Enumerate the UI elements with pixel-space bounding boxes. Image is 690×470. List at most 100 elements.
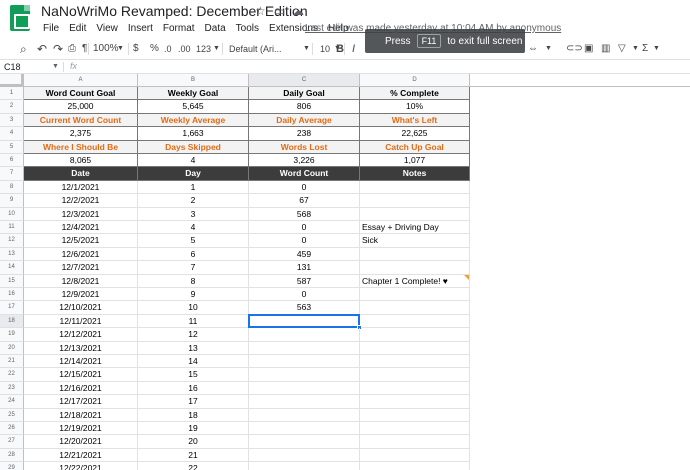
day-cell[interactable]: 7 [138,261,249,275]
filter-icon[interactable]: ▽ [618,41,626,57]
status-value-cell[interactable]: 3,226 [249,154,360,168]
goal-value-cell[interactable]: 10% [360,100,470,114]
chevron-down-icon[interactable]: ▼ [653,41,660,57]
date-cell[interactable]: 12/22/2021 [24,462,138,470]
row-header-12[interactable]: 12 [0,234,24,248]
row-header-11[interactable]: 11 [0,221,24,235]
day-cell[interactable]: 12 [138,328,249,342]
date-cell[interactable]: 12/17/2021 [24,395,138,409]
row-header-3[interactable]: 3 [0,113,24,128]
date-cell[interactable]: 12/19/2021 [24,422,138,436]
day-cell[interactable]: 22 [138,462,249,470]
search-menus-icon[interactable]: ⌕ [20,41,27,57]
day-cell[interactable]: 8 [138,274,249,288]
column-header-d[interactable]: D [360,74,470,87]
notes-cell[interactable]: Sick [360,234,470,248]
notes-cell[interactable] [360,247,470,262]
row-header-18[interactable]: 18 [0,314,24,329]
percent-format-button[interactable]: % [150,41,159,57]
word-count-cell[interactable] [249,355,360,369]
row-header-26[interactable]: 26 [0,422,24,436]
notes-cell[interactable] [360,341,470,355]
notes-cell[interactable] [360,435,470,449]
notes-cell[interactable] [360,408,470,422]
date-cell[interactable]: 12/10/2021 [24,301,138,315]
log-header-cell[interactable]: Date [24,167,138,181]
status-value-cell[interactable]: 1,077 [360,154,470,168]
row-header-9[interactable]: 9 [0,194,24,208]
notes-cell[interactable] [360,180,470,195]
word-count-cell[interactable] [249,395,360,409]
average-value-cell[interactable]: 1,663 [138,127,249,141]
print-icon[interactable]: ⎙ [68,41,76,57]
notes-cell[interactable] [360,462,470,470]
day-cell[interactable]: 14 [138,355,249,369]
currency-format-button[interactable]: $ [133,41,139,57]
date-cell[interactable]: 12/1/2021 [24,180,138,195]
row-header-13[interactable]: 13 [0,247,24,262]
day-cell[interactable]: 11 [138,314,249,329]
row-header-19[interactable]: 19 [0,328,24,342]
insert-chart-icon[interactable]: ▥ [601,41,610,57]
row-header-22[interactable]: 22 [0,368,24,382]
document-title[interactable]: NaNoWriMo Revamped: December Edition [41,3,308,19]
row-header-24[interactable]: 24 [0,395,24,409]
goal-label-cell[interactable]: % Complete [360,87,470,101]
column-header-a[interactable]: A [24,74,138,87]
date-cell[interactable]: 12/18/2021 [24,408,138,422]
word-count-cell[interactable]: 67 [249,194,360,208]
date-cell[interactable]: 12/21/2021 [24,448,138,463]
day-cell[interactable]: 16 [138,381,249,396]
font-family-select[interactable]: Default (Ari... [229,41,282,57]
date-cell[interactable]: 12/11/2021 [24,314,138,329]
date-cell[interactable]: 12/15/2021 [24,368,138,382]
menu-data[interactable]: Data [200,22,231,38]
word-count-cell[interactable] [249,408,360,422]
comment-indicator-icon[interactable] [464,274,469,280]
chevron-down-icon[interactable]: ▼ [632,41,639,57]
day-cell[interactable]: 20 [138,435,249,449]
goal-value-cell[interactable]: 806 [249,100,360,114]
day-cell[interactable]: 6 [138,247,249,262]
menu-format[interactable]: Format [158,22,200,38]
word-count-cell[interactable] [249,341,360,355]
row-header-23[interactable]: 23 [0,381,24,396]
date-cell[interactable]: 12/20/2021 [24,435,138,449]
row-header-5[interactable]: 5 [0,140,24,154]
day-cell[interactable]: 5 [138,234,249,248]
word-count-cell[interactable]: 0 [249,234,360,248]
goal-value-cell[interactable]: 5,645 [138,100,249,114]
word-count-cell[interactable]: 0 [249,180,360,195]
star-icon[interactable]: ☆ [255,4,266,18]
bold-button[interactable]: B [336,41,344,57]
word-count-cell[interactable] [249,368,360,382]
average-value-cell[interactable]: 22,625 [360,127,470,141]
row-header-6[interactable]: 6 [0,154,24,168]
notes-cell[interactable] [360,314,470,329]
date-cell[interactable]: 12/5/2021 [24,234,138,248]
notes-cell[interactable] [360,422,470,436]
notes-cell[interactable]: Chapter 1 Complete! ♥ [360,274,470,288]
row-header-1[interactable]: 1 [0,87,24,101]
menu-edit[interactable]: Edit [64,22,91,38]
row-header-25[interactable]: 25 [0,408,24,422]
word-count-cell[interactable]: 587 [249,274,360,288]
day-cell[interactable]: 21 [138,448,249,463]
day-cell[interactable]: 2 [138,194,249,208]
notes-cell[interactable] [360,207,470,221]
merge-cells-icon[interactable]: ⇔ [528,41,538,57]
date-cell[interactable]: 12/9/2021 [24,288,138,302]
word-count-cell[interactable]: 568 [249,207,360,221]
day-cell[interactable]: 10 [138,301,249,315]
notes-cell[interactable] [360,395,470,409]
notes-cell[interactable] [360,355,470,369]
name-box[interactable]: C18 [4,61,21,73]
day-cell[interactable]: 13 [138,341,249,355]
word-count-cell[interactable]: 459 [249,247,360,262]
increase-decimal-button[interactable]: .00 [178,41,191,57]
average-label-cell[interactable]: Current Word Count [24,113,138,128]
row-header-29[interactable]: 29 [0,462,24,470]
font-size-select[interactable]: 10 [320,41,330,57]
day-cell[interactable]: 17 [138,395,249,409]
select-all-corner[interactable] [0,74,24,87]
